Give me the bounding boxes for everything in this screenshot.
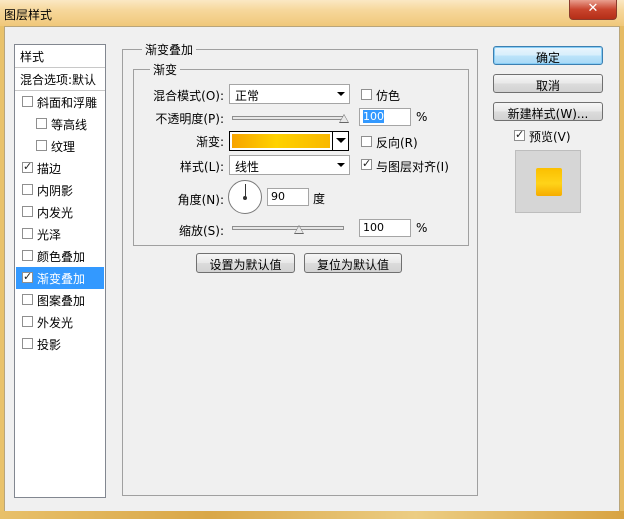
ok-button[interactable]: 确定	[493, 46, 603, 65]
style-item-checkbox[interactable]	[22, 338, 33, 349]
styles-header[interactable]: 样式	[15, 45, 105, 68]
scale-label: 缩放(S):	[178, 224, 224, 238]
scale-slider[interactable]	[232, 226, 344, 230]
gradient-dropdown-button[interactable]	[332, 132, 349, 150]
angle-unit: 度	[313, 192, 326, 206]
style-label: 样式(L):	[179, 160, 224, 174]
scale-input[interactable]: 100	[359, 219, 411, 237]
style-item[interactable]: 描边	[16, 157, 104, 179]
styles-list: 样式 混合选项:默认 斜面和浮雕等高线纹理描边内阴影内发光光泽颜色叠加渐变叠加图…	[14, 44, 106, 498]
preview-checkbox[interactable]	[514, 128, 525, 141]
style-item[interactable]: 颜色叠加	[16, 245, 104, 267]
chevron-down-icon	[337, 92, 345, 96]
style-preview	[515, 150, 581, 213]
style-item-label: 斜面和浮雕	[37, 96, 98, 110]
style-item[interactable]: 光泽	[16, 223, 104, 245]
dither-label: 仿色	[376, 89, 401, 103]
style-item-label: 图案叠加	[37, 294, 86, 308]
style-item-checkbox[interactable]	[22, 160, 33, 173]
close-button[interactable]: ✕	[569, 0, 617, 20]
angle-input[interactable]: 90	[267, 188, 309, 206]
preview-label: 预览(V)	[529, 130, 571, 144]
make-default-button[interactable]: 设置为默认值	[196, 253, 295, 273]
gradient-label: 渐变:	[195, 135, 224, 149]
style-item-checkbox[interactable]	[22, 206, 33, 217]
style-item-checkbox[interactable]	[22, 96, 33, 107]
window-title: 图层样式	[4, 8, 53, 22]
style-item-label: 内阴影	[37, 184, 74, 198]
opacity-label: 不透明度(P):	[155, 112, 224, 126]
chevron-down-icon	[336, 138, 346, 143]
background-strip	[0, 511, 624, 519]
preview-swatch	[536, 168, 562, 196]
style-item-label: 纹理	[51, 140, 76, 154]
title-bar: 图层样式 ✕	[0, 0, 624, 26]
chevron-down-icon	[337, 163, 345, 167]
align-with-layer-checkbox[interactable]	[361, 157, 372, 170]
close-icon: ✕	[587, 1, 599, 16]
style-item[interactable]: 投影	[16, 333, 104, 355]
style-item-checkbox[interactable]	[22, 228, 33, 239]
gradient-overlay-title: 渐变叠加	[142, 41, 197, 58]
style-item[interactable]: 等高线	[16, 113, 104, 135]
gradient-preview[interactable]	[232, 134, 330, 148]
new-style-button[interactable]: 新建样式(W)...	[493, 102, 603, 121]
opacity-slider-handle[interactable]	[339, 114, 349, 123]
dither-checkbox[interactable]	[361, 89, 372, 100]
blend-mode-select[interactable]: 正常	[229, 84, 350, 104]
angle-label: 角度(N):	[177, 193, 224, 207]
style-item-label: 光泽	[37, 228, 62, 242]
style-item[interactable]: 渐变叠加	[16, 267, 104, 289]
angle-center-dot	[243, 196, 247, 200]
style-item-label: 外发光	[37, 316, 74, 330]
style-item[interactable]: 内发光	[16, 201, 104, 223]
style-item-checkbox[interactable]	[22, 270, 33, 283]
blend-mode-label: 混合模式(O):	[153, 89, 224, 103]
style-item-checkbox[interactable]	[22, 294, 33, 305]
style-item-label: 等高线	[51, 118, 88, 132]
scale-slider-handle[interactable]	[294, 225, 305, 234]
angle-dial[interactable]	[228, 180, 262, 214]
style-item-checkbox[interactable]	[36, 140, 47, 151]
gradient-style-select[interactable]: 线性	[229, 155, 350, 175]
style-item[interactable]: 内阴影	[16, 179, 104, 201]
opacity-input[interactable]: 100	[359, 108, 411, 126]
cancel-button[interactable]: 取消	[493, 74, 603, 93]
style-item-checkbox[interactable]	[36, 118, 47, 129]
style-item-checkbox[interactable]	[22, 316, 33, 327]
gradient-subgroup-title: 渐变	[150, 61, 181, 78]
align-with-layer-label: 与图层对齐(I)	[376, 160, 449, 174]
reverse-label: 反向(R)	[376, 136, 418, 150]
opacity-unit: %	[416, 110, 428, 124]
style-item[interactable]: 纹理	[16, 135, 104, 157]
style-item-label: 颜色叠加	[37, 250, 86, 264]
opacity-slider[interactable]	[232, 116, 344, 120]
style-item-label: 内发光	[37, 206, 74, 220]
style-item[interactable]: 斜面和浮雕	[16, 91, 104, 113]
reset-default-button[interactable]: 复位为默认值	[304, 253, 402, 273]
style-item-label: 投影	[37, 338, 62, 352]
style-item[interactable]: 外发光	[16, 311, 104, 333]
scale-unit: %	[416, 221, 428, 235]
gradient-picker[interactable]	[229, 131, 349, 151]
style-item-label: 渐变叠加	[37, 272, 86, 286]
style-item-checkbox[interactable]	[22, 184, 33, 195]
style-item-label: 描边	[37, 162, 62, 176]
style-item-checkbox[interactable]	[22, 250, 33, 261]
blending-options-item[interactable]: 混合选项:默认	[15, 68, 105, 91]
style-item[interactable]: 图案叠加	[16, 289, 104, 311]
reverse-checkbox[interactable]	[361, 136, 372, 147]
